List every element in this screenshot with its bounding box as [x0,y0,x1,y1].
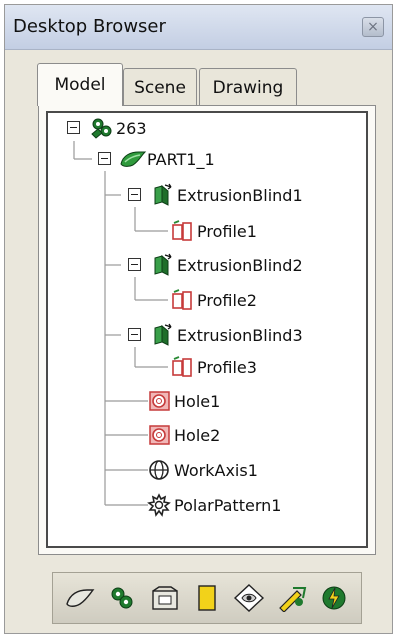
extrusion-icon [149,322,177,348]
model-panel: 263 PART1_1 ExtrusionBlind1 Profile1 Ext… [38,105,376,555]
hole-icon [146,422,174,448]
work-axis-icon [146,457,174,483]
tree-node-profile-2-label: Profile2 [197,290,257,310]
hole-icon [146,388,174,414]
collapse-toggle-extrusion-1[interactable] [128,188,141,201]
tab-scene-label: Scene [134,77,186,98]
close-button[interactable]: × [362,17,384,37]
tree-node-root-label: 263 [116,118,147,138]
tree-node-hole-2[interactable]: Hole2 [146,421,220,449]
collapse-toggle-extrusion-2[interactable] [128,258,141,271]
bottom-toolbar [52,572,362,624]
tree-node-profile-3[interactable]: Profile3 [169,353,257,381]
tree-node-part-label: PART1_1 [147,149,215,169]
part-tool-icon[interactable] [63,581,97,615]
collapse-toggle-part[interactable] [98,152,111,165]
tab-scene[interactable]: Scene [123,68,197,106]
polar-pattern-icon [146,492,174,518]
tab-drawing-label: Drawing [212,77,284,98]
part-icon [119,146,147,172]
profile-icon [169,354,197,380]
tree-node-extrusion-3-label: ExtrusionBlind3 [177,325,303,345]
assembly-icon [88,115,116,141]
extrusion-icon [149,182,177,208]
assembly-tool-icon[interactable] [105,581,139,615]
tree-node-hole-2-label: Hole2 [174,425,221,445]
tree-node-extrusion-2-label: ExtrusionBlind2 [177,255,303,275]
collapse-toggle-root[interactable] [67,121,80,134]
tree-node-profile-1[interactable]: Profile1 [169,217,257,245]
tree-node-profile-1-label: Profile1 [197,221,257,241]
tree-node-root[interactable]: 263 [88,114,147,142]
tree-node-part[interactable]: PART1_1 [119,145,215,173]
tab-model[interactable]: Model [37,63,123,106]
tree-node-extrusion-1[interactable]: ExtrusionBlind1 [149,181,303,209]
tree-node-polar-pattern-label: PolarPattern1 [174,495,282,515]
profile-icon [169,218,197,244]
desktop-browser-window: Desktop Browser × Model Scene Drawing 26… [4,4,393,634]
lightning-tool-icon[interactable] [317,581,351,615]
folder-tool-icon[interactable] [148,581,182,615]
tree-node-profile-2[interactable]: Profile2 [169,286,257,314]
tree-node-hole-1-label: Hole1 [174,391,221,411]
tree-node-work-axis-label: WorkAxis1 [174,460,258,480]
tree-node-hole-1[interactable]: Hole1 [146,387,220,415]
tab-model-label: Model [54,75,106,95]
sheet-tool-icon[interactable] [190,581,224,615]
tree-node-work-axis[interactable]: WorkAxis1 [146,456,258,484]
window-title: Desktop Browser [13,16,166,37]
model-tree[interactable]: 263 PART1_1 ExtrusionBlind1 Profile1 Ext… [46,111,368,548]
collapse-toggle-extrusion-3[interactable] [128,328,141,341]
tree-node-extrusion-1-label: ExtrusionBlind1 [177,185,303,205]
title-bar[interactable]: Desktop Browser × [5,5,392,50]
tab-drawing[interactable]: Drawing [199,68,297,106]
extrusion-icon [149,252,177,278]
sketch-tool-icon[interactable] [275,581,309,615]
tree-node-polar-pattern[interactable]: PolarPattern1 [146,491,281,519]
profile-icon [169,287,197,313]
view-tool-icon[interactable] [232,581,266,615]
tree-node-profile-3-label: Profile3 [197,357,257,377]
tree-node-extrusion-3[interactable]: ExtrusionBlind3 [149,321,303,349]
tree-node-extrusion-2[interactable]: ExtrusionBlind2 [149,251,303,279]
